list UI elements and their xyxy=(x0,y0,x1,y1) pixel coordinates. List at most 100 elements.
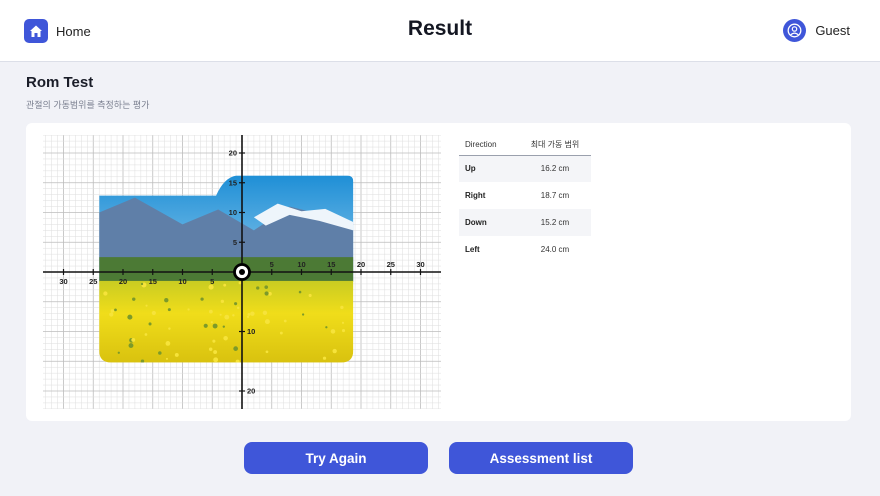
flower xyxy=(298,290,302,294)
x-tick-label: 15 xyxy=(149,277,157,286)
y-tick-label: 5 xyxy=(233,238,237,247)
row-value: 16.2 cm xyxy=(519,155,591,182)
home-link[interactable]: Home xyxy=(24,19,91,43)
x-tick-label: 20 xyxy=(119,277,127,286)
rom-chart: 30 25 20 15 10 5 5 10 15 20 25 30 20 15 10 5 10 20 xyxy=(43,135,441,409)
flower xyxy=(325,326,328,329)
table-row: Left 24.0 cm xyxy=(459,236,591,263)
flower xyxy=(208,347,213,351)
flower xyxy=(209,309,213,314)
row-direction: Up xyxy=(459,155,519,182)
x-tick-label: 10 xyxy=(297,260,305,269)
flower xyxy=(332,348,337,354)
row-value: 15.2 cm xyxy=(519,209,591,236)
x-tick-label: 25 xyxy=(89,277,97,286)
flower-field xyxy=(99,280,354,363)
flower xyxy=(144,333,148,336)
flower xyxy=(224,314,230,320)
y-tick-label: 10 xyxy=(229,208,237,217)
x-tick-label: 30 xyxy=(416,260,424,269)
flower xyxy=(158,351,162,355)
row-direction: Left xyxy=(465,245,480,254)
flower xyxy=(212,323,218,329)
user-avatar-icon xyxy=(783,19,807,42)
user-menu[interactable]: Guest xyxy=(783,19,850,42)
row-direction: Down xyxy=(459,209,519,236)
y-tick-label: 20 xyxy=(247,387,255,396)
flower xyxy=(322,356,327,360)
flower xyxy=(148,322,152,326)
flower xyxy=(220,299,225,303)
x-tick-label: 10 xyxy=(178,277,186,286)
flower xyxy=(213,357,219,363)
flower xyxy=(131,337,136,342)
flower xyxy=(265,350,269,354)
flower xyxy=(167,308,171,312)
flower xyxy=(250,311,255,316)
x-tick-label: 5 xyxy=(270,260,274,269)
flower xyxy=(212,339,216,343)
flower xyxy=(246,315,250,319)
flower xyxy=(238,281,242,285)
flower xyxy=(234,302,238,306)
flower xyxy=(187,308,190,311)
y-tick-label: 10 xyxy=(247,327,255,336)
y-tick-label: 15 xyxy=(229,178,237,187)
flower xyxy=(128,343,134,349)
user-label: Guest xyxy=(815,23,850,38)
flower xyxy=(247,312,251,316)
flower xyxy=(117,351,120,354)
flower xyxy=(132,297,136,301)
table-header-row: Direction 최대 가동 범위 xyxy=(459,135,591,156)
try-again-button[interactable]: Try Again xyxy=(244,442,428,474)
flower xyxy=(165,357,168,360)
tree-line xyxy=(99,257,354,282)
table-row: Down 15.2 cm xyxy=(459,209,591,236)
flower xyxy=(110,309,115,313)
flower xyxy=(145,304,148,307)
home-icon xyxy=(24,19,48,43)
flower xyxy=(233,346,239,351)
table-row: Right 18.7 cm xyxy=(459,182,591,209)
flower xyxy=(341,329,346,333)
flower xyxy=(264,291,269,296)
row-value: 18.7 cm xyxy=(540,191,570,200)
flower xyxy=(264,319,270,325)
assessment-subtitle: 관절의 가동범위를 측정하는 평가 xyxy=(26,100,150,110)
origin-dot xyxy=(239,269,245,275)
flower xyxy=(140,282,144,286)
row-direction: Right xyxy=(465,191,486,200)
top-bar: Home Result Guest xyxy=(0,0,880,62)
flower xyxy=(264,285,269,289)
flower xyxy=(151,310,156,316)
flower xyxy=(165,341,171,346)
landscape-image xyxy=(99,175,354,363)
flower xyxy=(308,293,312,298)
flower xyxy=(236,306,240,310)
page-title: Result xyxy=(407,17,473,40)
flower xyxy=(164,298,169,303)
flower xyxy=(213,350,218,354)
flower xyxy=(127,314,133,320)
flower xyxy=(232,314,235,317)
x-tick-label: 30 xyxy=(59,277,67,286)
flower xyxy=(219,313,222,316)
flower xyxy=(256,286,260,290)
row-value: 24.0 cm xyxy=(540,245,570,254)
column-header-max-range: 최대 가동 범위 xyxy=(519,135,591,156)
x-tick-label: 25 xyxy=(387,260,395,269)
flower xyxy=(222,325,225,328)
flower xyxy=(210,321,213,324)
flower xyxy=(340,305,344,310)
assessment-title: Rom Test xyxy=(26,74,94,91)
table-row: Up 16.2 cm xyxy=(459,155,591,182)
flower xyxy=(279,331,283,335)
assessment-list-button[interactable]: Assessment list xyxy=(449,442,633,474)
y-tick-label: 20 xyxy=(229,149,237,158)
origin-marker xyxy=(233,263,251,281)
x-tick-label: 5 xyxy=(210,277,214,286)
flower xyxy=(283,319,287,323)
flower xyxy=(203,323,208,328)
flower xyxy=(223,283,227,287)
flower xyxy=(330,329,336,334)
